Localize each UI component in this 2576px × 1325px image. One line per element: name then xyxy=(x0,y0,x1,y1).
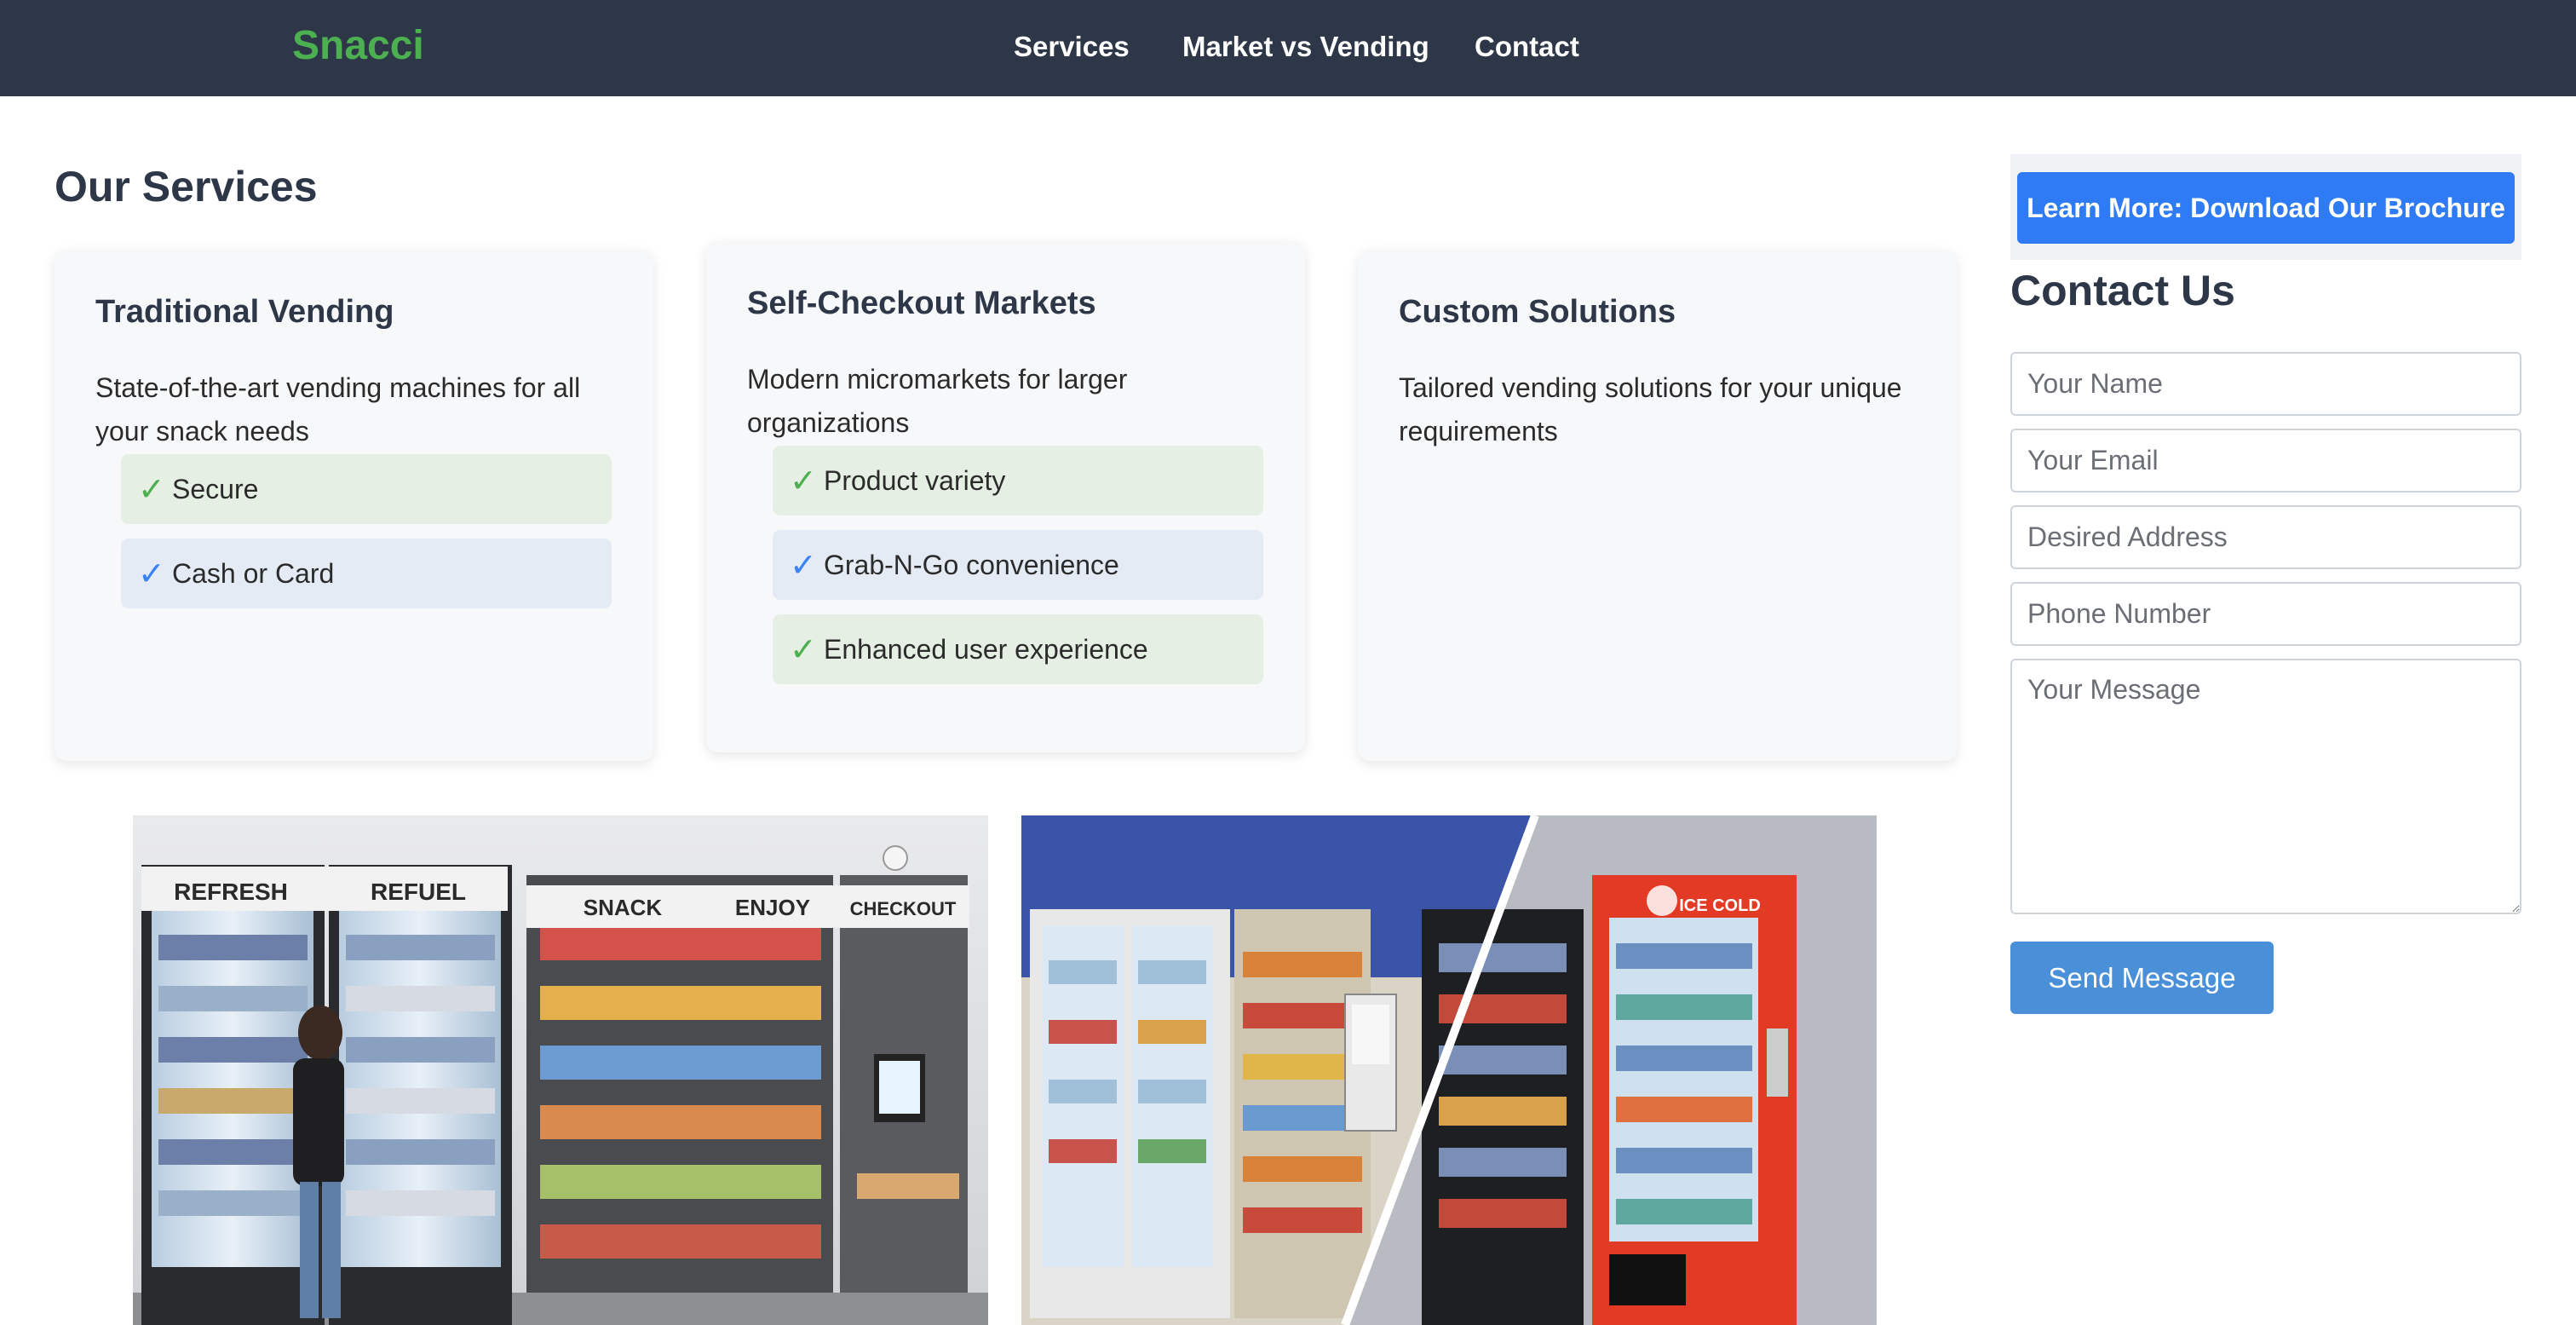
market-vs-vending-photo: ICE COLD xyxy=(1021,815,1877,1325)
send-message-button[interactable]: Send Message xyxy=(2010,942,2274,1014)
feature-item: ✓ Product variety xyxy=(773,446,1263,516)
check-icon: ✓ xyxy=(138,556,165,592)
card-title: Self-Checkout Markets xyxy=(747,285,1096,321)
feature-item: ✓ Grab-N-Go convenience xyxy=(773,530,1263,600)
name-field[interactable] xyxy=(2010,352,2521,416)
feature-item: ✓ Cash or Card xyxy=(121,539,612,608)
check-icon: ✓ xyxy=(138,472,165,508)
feature-item: ✓ Enhanced user experience xyxy=(773,614,1263,684)
download-brochure-button[interactable]: Learn More: Download Our Brochure xyxy=(2017,172,2515,244)
contact-title: Contact Us xyxy=(2010,267,2235,314)
feature-label: Secure xyxy=(172,474,259,504)
feature-label: Grab-N-Go convenience xyxy=(824,550,1119,580)
card-description: Modern micromarkets for larger organizat… xyxy=(747,364,1128,438)
feature-item: ✓ Secure xyxy=(121,454,612,524)
micromarket-photo: REFRESH REFUEL SNACK ENJOY CHECKOUT xyxy=(133,815,988,1325)
nav-link-contact[interactable]: Contact xyxy=(1475,31,1579,63)
card-title: Traditional Vending xyxy=(95,294,394,330)
message-field[interactable] xyxy=(2010,659,2521,914)
feature-label: Product variety xyxy=(824,465,1006,496)
email-field[interactable] xyxy=(2010,429,2521,493)
phone-field[interactable] xyxy=(2010,582,2521,646)
brand-logo[interactable]: Snacci xyxy=(292,22,424,69)
service-card-traditional-vending: Traditional Vending State-of-the-art ven… xyxy=(55,250,653,761)
sign-enjoy: ENJOY xyxy=(735,895,810,920)
check-icon: ✓ xyxy=(790,464,817,499)
sign-snack: SNACK xyxy=(584,895,663,920)
nav-link-services[interactable]: Services xyxy=(1014,31,1130,63)
sign-refresh: REFRESH xyxy=(174,879,288,905)
address-field[interactable] xyxy=(2010,505,2521,569)
navbar: Snacci Services Market vs Vending Contac… xyxy=(0,0,2576,96)
service-card-custom-solutions: Custom Solutions Tailored vending soluti… xyxy=(1358,250,1957,761)
card-title: Custom Solutions xyxy=(1399,294,1676,330)
card-description: Tailored vending solutions for your uniq… xyxy=(1399,372,1902,446)
sign-ice-cold: ICE COLD xyxy=(1679,896,1761,915)
check-icon: ✓ xyxy=(790,632,817,668)
feature-label: Cash or Card xyxy=(172,558,335,589)
brochure-panel: Learn More: Download Our Brochure xyxy=(2010,154,2521,260)
service-card-self-checkout-markets: Self-Checkout Markets Modern micromarket… xyxy=(706,241,1305,752)
card-description: State-of-the-art vending machines for al… xyxy=(95,372,581,446)
nav-link-market-vs-vending[interactable]: Market vs Vending xyxy=(1182,31,1429,63)
feature-label: Enhanced user experience xyxy=(824,634,1148,665)
sign-refuel: REFUEL xyxy=(371,879,466,905)
services-title: Our Services xyxy=(55,163,318,210)
check-icon: ✓ xyxy=(790,548,817,584)
sign-checkout: CHECKOUT xyxy=(850,898,957,919)
